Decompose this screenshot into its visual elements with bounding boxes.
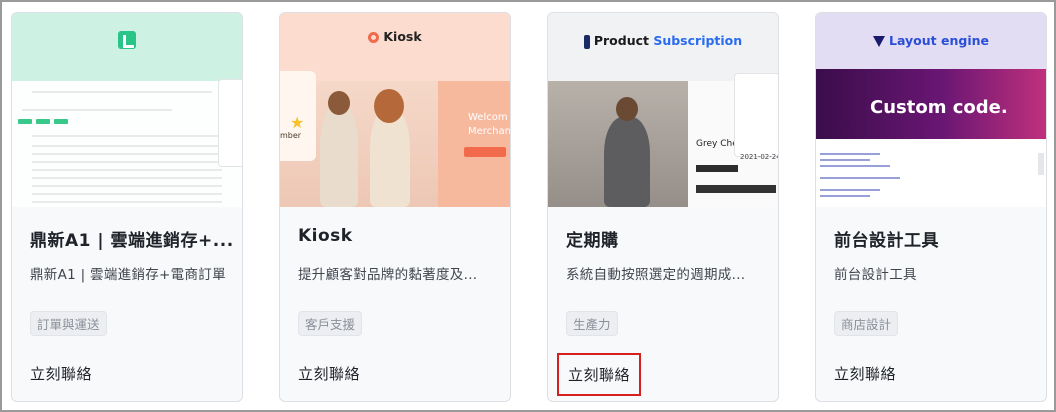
app-description: 提升顧客對品牌的黏著度及... — [298, 267, 478, 283]
category-tag[interactable]: 生產力 — [566, 311, 618, 336]
app-description: 前台設計工具 — [834, 267, 917, 283]
subscription-logo-text-2: Subscription — [653, 33, 743, 48]
app-description: 鼎新A1 | 雲端進銷存+電商訂單 — [30, 267, 226, 283]
app-thumbnail — [12, 13, 242, 207]
category-tag[interactable]: 訂單與運送 — [30, 311, 107, 336]
subscription-logo-icon — [583, 34, 590, 49]
kiosk-logo-text: Kiosk — [383, 29, 422, 44]
layout-engine-logo-text: Layout engine — [889, 33, 989, 48]
welcome-text: Welcom — [468, 112, 508, 123]
app-card-kiosk[interactable]: Kiosk Welcom Merchan mber ★ Kiosk 提升顧客對品牌… — [279, 12, 511, 402]
app-title[interactable]: 前台設計工具 — [834, 226, 939, 251]
app-thumbnail: Kiosk Welcom Merchan mber ★ — [280, 13, 510, 207]
contact-now-link[interactable]: 立刻聯絡 — [557, 353, 642, 396]
app-list-frame: 鼎新A1 | 雲端進銷存+... 鼎新A1 | 雲端進銷存+電商訂單 訂單與運送… — [0, 0, 1056, 412]
star-icon: ★ — [290, 113, 305, 132]
contact-now-link[interactable]: 立刻聯絡 — [298, 363, 360, 384]
custom-code-headline: Custom code. — [870, 97, 1008, 118]
app-title[interactable]: Kiosk — [298, 226, 353, 246]
category-tag[interactable]: 商店設計 — [834, 311, 899, 336]
contact-now-link[interactable]: 立刻聯絡 — [30, 363, 92, 384]
date-text: 2021-02-24 — [740, 153, 778, 161]
layout-engine-logo-icon — [873, 36, 886, 47]
app-card-layout-engine[interactable]: Layout engine Custom code. 前台設計工具 前台設計工具… — [815, 12, 1047, 402]
app-thumbnail: Product Subscription Grey Check Long C 2… — [548, 13, 778, 207]
app-description: 系統自動按照選定的週期成... — [566, 267, 746, 283]
app-thumbnail: Layout engine Custom code. — [816, 13, 1046, 207]
side-text: mber — [280, 131, 302, 140]
app-card-subscription[interactable]: Product Subscription Grey Check Long C 2… — [547, 12, 779, 402]
contact-now-link[interactable]: 立刻聯絡 — [834, 363, 896, 384]
a1-logo-icon — [118, 31, 136, 49]
category-tag[interactable]: 客戶支援 — [298, 311, 363, 336]
app-title[interactable]: 定期購 — [566, 226, 619, 251]
subscription-logo-text-1: Product — [593, 33, 654, 48]
app-title[interactable]: 鼎新A1 | 雲端進銷存+... — [30, 226, 234, 251]
kiosk-logo-icon — [368, 32, 380, 43]
app-card-a1[interactable]: 鼎新A1 | 雲端進銷存+... 鼎新A1 | 雲端進銷存+電商訂單 訂單與運送… — [11, 12, 243, 402]
merchant-text: Merchan — [468, 126, 510, 137]
